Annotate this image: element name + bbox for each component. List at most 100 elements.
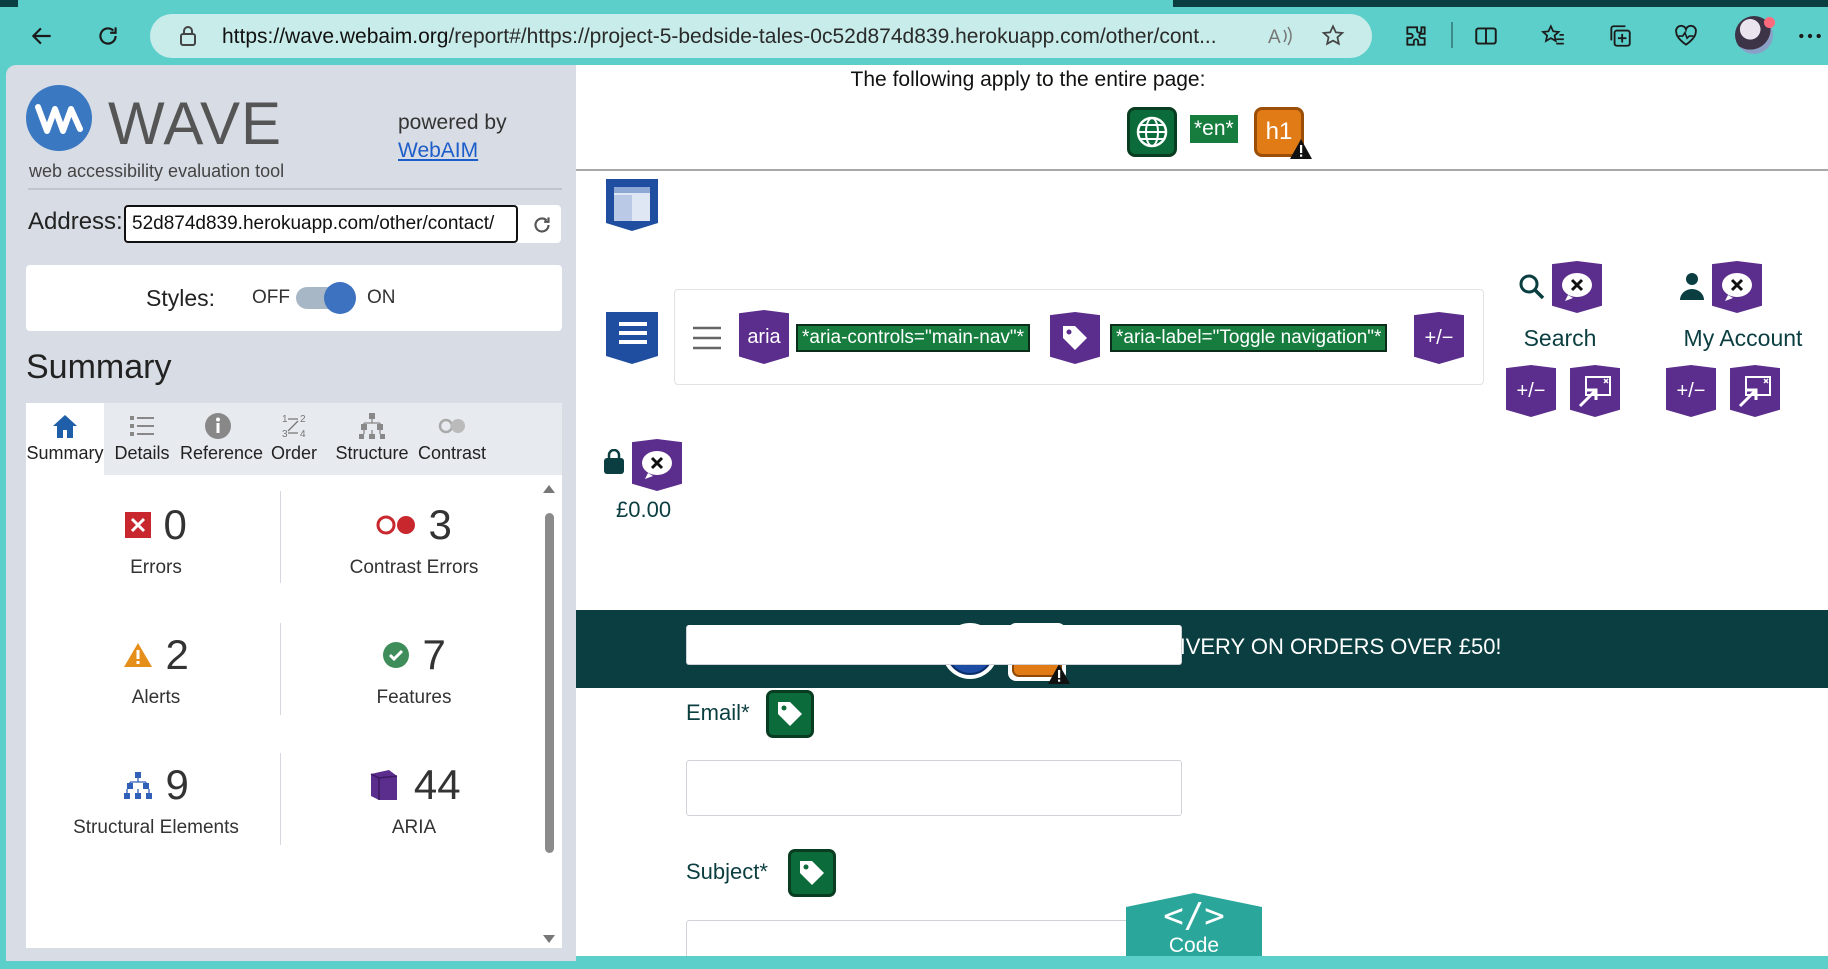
address-bar[interactable]: https://wave.webaim.org/report#/https://… (150, 14, 1372, 58)
aria-expanded-icon[interactable]: +/− (1506, 365, 1556, 417)
bag-total[interactable]: £0.00 (616, 497, 671, 523)
tab-summary[interactable]: Summary (26, 403, 104, 475)
profile-avatar[interactable] (1735, 16, 1775, 54)
tab-reference[interactable]: Reference (180, 403, 264, 475)
refresh-button[interactable] (88, 16, 128, 56)
active-tab[interactable] (18, 0, 1173, 7)
back-button[interactable] (22, 16, 62, 56)
contrast-error-icon (376, 515, 416, 535)
address-input[interactable]: 52d874d839.herokuapp.com/other/contact/ (124, 205, 518, 243)
aria-controls-badge[interactable]: *aria-controls="main-nav"* (795, 324, 1031, 352)
styles-off-label: OFF (252, 287, 290, 308)
favorite-star-icon[interactable] (1320, 23, 1346, 49)
read-aloud-icon[interactable]: A (1268, 24, 1294, 48)
stat-errors[interactable]: 0 Errors (46, 501, 266, 579)
my-account-link[interactable]: My Account (1658, 325, 1828, 352)
tab-order[interactable]: 1 2 3 4 Order (256, 403, 332, 475)
aria-popup-icon[interactable] (1570, 365, 1620, 417)
tab-label: Details (114, 443, 170, 463)
browser-essentials-button[interactable] (1666, 16, 1706, 56)
tab-strip (0, 0, 1828, 7)
aria-label-icon[interactable] (1050, 312, 1100, 364)
panel-scrollbar[interactable] (542, 483, 556, 945)
svg-text:3: 3 (282, 429, 288, 440)
stat-structural[interactable]: 9 Structural Elements (46, 761, 266, 839)
aria-hidden-icon[interactable] (632, 439, 682, 491)
structure-icon (359, 413, 385, 439)
alert-icon (124, 643, 153, 667)
plus-minus-text: +/− (1516, 379, 1546, 402)
heart-pulse-icon (1675, 24, 1697, 46)
subject-input[interactable] (686, 920, 1182, 961)
aria-label-badge[interactable]: *aria-label="Toggle navigation"* (1109, 324, 1388, 352)
warning-triangle-icon (1290, 139, 1312, 159)
email-input[interactable] (686, 760, 1182, 816)
stat-features[interactable]: 7 Features (286, 631, 542, 709)
language-feature-icon[interactable] (1127, 107, 1177, 157)
navigation-region-icon[interactable] (604, 310, 660, 366)
scroll-up-icon[interactable] (542, 483, 556, 495)
address-refresh-icon[interactable] (529, 212, 555, 238)
more-menu-button[interactable] (1790, 16, 1828, 56)
shopping-bag-icon[interactable] (602, 449, 626, 475)
header-region-icon[interactable] (604, 177, 660, 233)
wave-logo-icon (35, 104, 83, 134)
toggle-knob[interactable] (324, 282, 356, 314)
tab-label: Contrast (417, 443, 487, 463)
webaim-link[interactable]: WebAIM (398, 137, 507, 165)
search-icon[interactable] (1518, 273, 1546, 301)
warning-triangle-icon (1048, 664, 1070, 684)
features-count: 7 (422, 631, 446, 678)
label-feature-icon[interactable] (788, 849, 836, 897)
lock-icon[interactable] (176, 24, 200, 48)
code-panel-toggle[interactable]: </> Code (1126, 893, 1262, 961)
language-badge[interactable]: *en* (1190, 115, 1238, 143)
h1-alert-icon[interactable]: h1 (1254, 107, 1312, 159)
page-divider (576, 169, 1828, 171)
aria-expanded-icon[interactable]: +/− (1414, 312, 1464, 364)
hamburger-menu-icon[interactable] (692, 325, 722, 351)
contrast-label: Contrast Errors (349, 557, 479, 578)
aria-icon[interactable]: aria (739, 310, 789, 364)
svg-text:2: 2 (300, 414, 306, 425)
aria-icon-text: aria (747, 325, 781, 348)
tab-details[interactable]: Details (104, 403, 180, 475)
aria-hidden-icon[interactable] (1712, 261, 1762, 313)
styles-toggle[interactable] (296, 282, 356, 314)
styles-toggle-card: Styles: OFF ON (26, 265, 562, 331)
aria-hidden-icon[interactable] (1552, 261, 1602, 313)
plus-minus-text: +/− (1676, 379, 1706, 402)
name-input[interactable] (686, 625, 1182, 665)
address-field-group: 52d874d839.herokuapp.com/other/contact/ (124, 205, 561, 243)
collections-icon (1610, 25, 1631, 47)
stat-aria[interactable]: 44 ARIA (286, 761, 542, 839)
scroll-down-icon[interactable] (542, 933, 556, 945)
split-screen-icon (1475, 27, 1497, 45)
extensions-button[interactable] (1396, 16, 1436, 56)
url-path: /report#/https://project-5-bedside-tales… (448, 25, 1217, 48)
split-screen-button[interactable] (1466, 16, 1506, 56)
favorites-button[interactable] (1533, 16, 1573, 56)
label-feature-icon[interactable] (766, 690, 814, 738)
tab-label: Structure (335, 443, 409, 463)
url-text[interactable]: https://wave.webaim.org/report#/https://… (222, 25, 1392, 49)
collections-button[interactable] (1600, 16, 1640, 56)
tab-structure[interactable]: Structure (332, 403, 412, 475)
aria-expanded-icon[interactable]: +/− (1666, 365, 1716, 417)
tab-label: Reference (180, 443, 264, 463)
aria-popup-icon[interactable] (1730, 365, 1780, 417)
stat-contrast-errors[interactable]: 3 Contrast Errors (286, 501, 542, 579)
stat-alerts[interactable]: 2 Alerts (46, 631, 266, 709)
powered-by: powered by WebAIM (398, 109, 507, 165)
user-icon[interactable] (1678, 271, 1706, 301)
globe-icon (1136, 116, 1168, 148)
hidden-x-icon (1722, 273, 1752, 301)
scrollbar-thumb[interactable] (545, 513, 554, 853)
tab-contrast[interactable]: Contrast (412, 403, 492, 475)
svg-text:4: 4 (300, 429, 306, 440)
aria-label: ARIA (391, 817, 437, 838)
search-link[interactable]: Search (1513, 325, 1607, 352)
back-arrow-icon (31, 27, 51, 45)
page-wide-notice: The following apply to the entire page: (850, 68, 1206, 91)
more-dots-icon (1799, 33, 1821, 39)
